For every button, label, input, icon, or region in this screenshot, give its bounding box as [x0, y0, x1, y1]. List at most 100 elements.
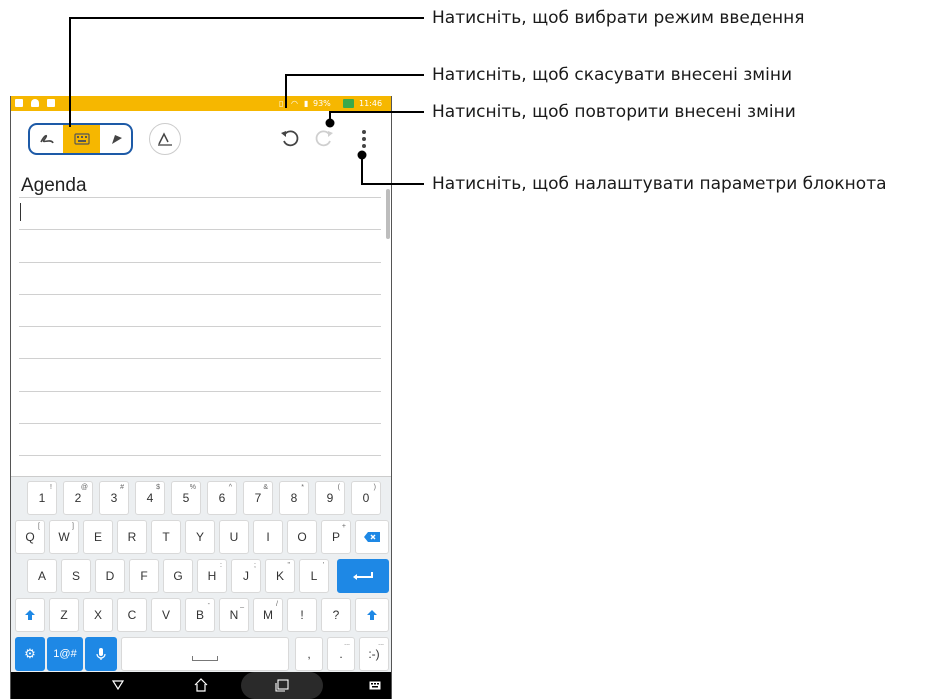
keyboard-mode-button[interactable] [63, 125, 100, 153]
key[interactable]: I [253, 520, 283, 554]
key[interactable]: .... [327, 637, 355, 671]
backspace-icon [364, 532, 380, 542]
key[interactable]: 5% [171, 481, 201, 515]
key[interactable]: 0) [351, 481, 381, 515]
tablet-screen: ▯ ◠ ▮ 93% 11:46 Agenda 1 ! 2 @ 3 # 4 $ 5… [10, 96, 392, 699]
key[interactable]: ? [321, 598, 351, 632]
wifi-icon: ◠ [291, 99, 298, 108]
pen-icon [111, 135, 122, 144]
shop-icon [47, 99, 55, 107]
key[interactable]: 6 ^ [207, 481, 237, 515]
more-vert-icon [362, 130, 366, 148]
key[interactable]: W] [49, 520, 79, 554]
back-icon[interactable] [112, 680, 124, 690]
key[interactable]: K " [265, 559, 295, 593]
battery-icon [343, 99, 354, 108]
key[interactable]: P + [321, 520, 351, 554]
key[interactable]: V [151, 598, 181, 632]
shift-icon [25, 610, 35, 620]
toolbar [11, 111, 391, 161]
key[interactable]: R [117, 520, 147, 554]
callout-settings: Натисніть, щоб налаштувати параметри бло… [432, 174, 887, 194]
key[interactable]: Y [185, 520, 215, 554]
key[interactable]: A [27, 559, 57, 593]
key[interactable]: D [95, 559, 125, 593]
key[interactable]: 4 $ [135, 481, 165, 515]
key[interactable]: X [83, 598, 113, 632]
text-style-button[interactable] [149, 123, 181, 155]
clock: 11:46 [359, 99, 383, 108]
note-line [19, 294, 381, 295]
key[interactable]: ! [287, 598, 317, 632]
key[interactable]: , [295, 637, 323, 671]
cloud-icon [31, 99, 39, 107]
key[interactable]: B- [185, 598, 215, 632]
key[interactable]: T [151, 520, 181, 554]
vibrate-icon: ▯ [279, 99, 284, 108]
settings-key[interactable]: ⚙ [15, 637, 45, 671]
note-line [19, 423, 381, 424]
recent-apps-button[interactable] [241, 672, 323, 699]
redo-icon [315, 130, 333, 147]
key[interactable]: C [117, 598, 147, 632]
key[interactable]: 9( [315, 481, 345, 515]
voice-input-key[interactable] [85, 637, 117, 671]
note-line [19, 358, 381, 359]
emoticon-key[interactable]: :-)... [359, 637, 389, 671]
callout-redo: Натисніть, щоб повторити внесені зміни [432, 102, 796, 122]
undo-button[interactable] [279, 127, 301, 149]
key[interactable]: J; [231, 559, 261, 593]
redo-button[interactable] [313, 127, 335, 149]
pen-mode-button[interactable] [100, 125, 131, 153]
status-bar: ▯ ◠ ▮ 93% 11:46 [11, 96, 391, 111]
recent-apps-icon [275, 679, 289, 692]
note-line [19, 197, 381, 198]
gear-icon: ⚙ [24, 646, 36, 661]
key[interactable]: Q[ [15, 520, 45, 554]
enter-icon [353, 572, 373, 580]
key[interactable]: U [219, 520, 249, 554]
key[interactable]: L ' [299, 559, 329, 593]
shift-icon [367, 610, 377, 620]
handwriting-mode-button[interactable] [30, 125, 63, 153]
key[interactable]: 8 * [279, 481, 309, 515]
key[interactable]: 2 @ [63, 481, 93, 515]
input-mode-selector[interactable] [28, 123, 133, 155]
symbols-key[interactable]: 1@# [47, 637, 83, 671]
callout-input-mode: Натисніть, щоб вибрати режим введення [432, 8, 805, 28]
navigation-bar [11, 672, 391, 699]
callout-undo: Натисніть, щоб скасувати внесені зміни [432, 65, 792, 85]
key[interactable]: Z [49, 598, 79, 632]
more-options-button[interactable] [356, 127, 372, 151]
key[interactable]: 1! [27, 481, 57, 515]
keyboard-icon [73, 133, 90, 145]
note-line [19, 391, 381, 392]
home-icon[interactable] [194, 678, 208, 692]
shift-key-right[interactable] [355, 598, 389, 632]
note-title[interactable]: Agenda [21, 175, 87, 197]
key[interactable]: H: [197, 559, 227, 593]
enter-key[interactable] [337, 559, 389, 593]
text-style-icon [158, 132, 172, 146]
key[interactable]: E [83, 520, 113, 554]
key[interactable]: S [61, 559, 91, 593]
key[interactable]: N _ [219, 598, 249, 632]
space-icon [192, 655, 218, 661]
battery-percent: 93% [313, 99, 331, 108]
key[interactable]: G [163, 559, 193, 593]
scrollbar[interactable] [386, 189, 390, 239]
key[interactable]: O [287, 520, 317, 554]
keyboard-switch-icon[interactable] [369, 681, 381, 690]
space-key[interactable] [121, 637, 289, 671]
key[interactable]: F [129, 559, 159, 593]
backspace-key[interactable] [355, 520, 389, 554]
keyboard: 1! 2 @ 3 # 4 $ 5% 6 ^ 7 & 8 * 9( 0) Q[ W] E R … [11, 476, 391, 672]
key[interactable]: 3 # [99, 481, 129, 515]
key[interactable]: 7 & [243, 481, 273, 515]
note-line [19, 455, 381, 456]
note-line [19, 326, 381, 327]
key[interactable]: M / [253, 598, 283, 632]
shift-key-left[interactable] [15, 598, 45, 632]
text-cursor [20, 203, 21, 221]
sim-icon: ▮ [304, 99, 309, 108]
